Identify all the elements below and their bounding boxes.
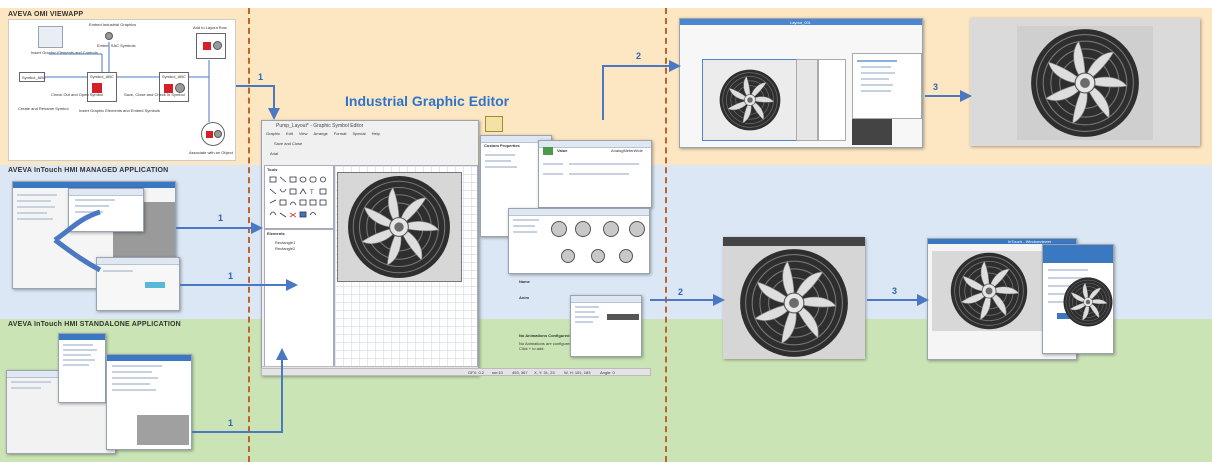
arrow-standalone-to-editor bbox=[192, 348, 288, 433]
step-2-managed: 2 bbox=[678, 287, 684, 297]
step-1-omi: 1 bbox=[258, 72, 264, 82]
step-2-omi: 2 bbox=[636, 51, 642, 61]
flow-arrows bbox=[176, 60, 972, 433]
step-3-managed: 3 bbox=[892, 286, 898, 296]
step-3-omi: 3 bbox=[933, 82, 939, 92]
step-1-managed-b: 1 bbox=[228, 271, 234, 281]
arrow-editor-to-omi bbox=[602, 60, 681, 120]
step-1-managed: 1 bbox=[218, 213, 224, 223]
arrow-omi-to-editor bbox=[236, 85, 280, 120]
step-1-standalone: 1 bbox=[228, 418, 234, 428]
